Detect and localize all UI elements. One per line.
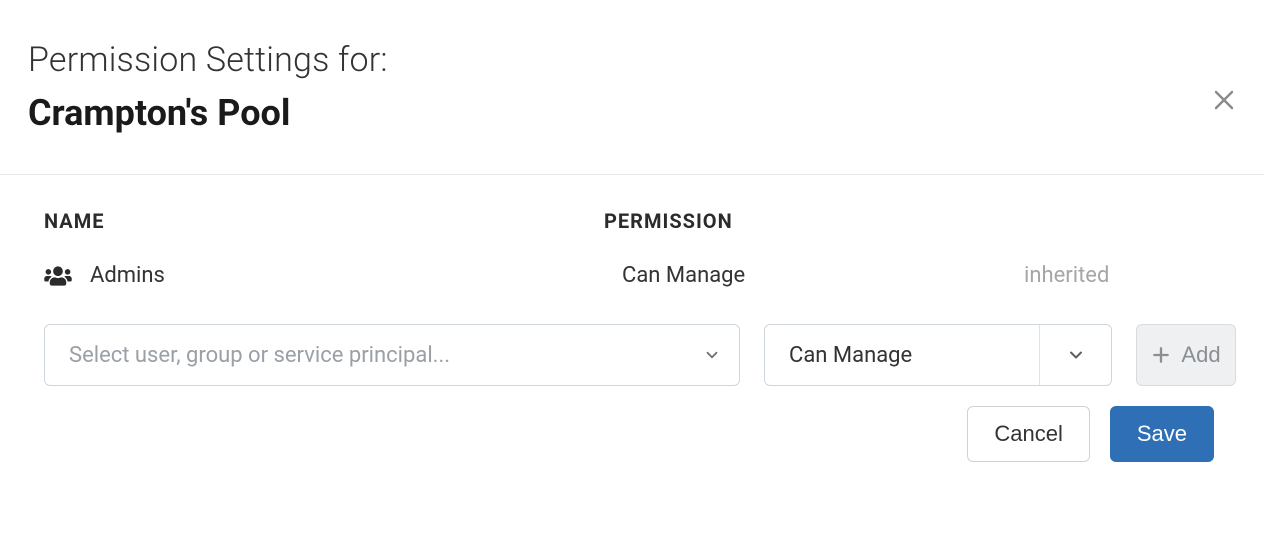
principal-name-text: Admins	[90, 263, 165, 288]
plus-icon	[1151, 345, 1171, 365]
close-button[interactable]	[1208, 84, 1240, 116]
modal-header: Permission Settings for: Crampton's Pool	[0, 0, 1264, 175]
close-icon	[1212, 88, 1236, 112]
principal-select-placeholder: Select user, group or service principal.…	[69, 343, 450, 368]
permissions-table: NAME PERMISSION Admins Can Manage inheri…	[44, 209, 1236, 386]
add-button[interactable]: Add	[1136, 324, 1236, 386]
group-icon	[44, 265, 72, 287]
table-header-row: NAME PERMISSION	[44, 209, 1236, 233]
add-permission-row: Select user, group or service principal.…	[44, 324, 1236, 386]
add-button-label: Add	[1181, 342, 1220, 368]
modal-body: NAME PERMISSION Admins Can Manage inheri…	[0, 175, 1264, 482]
modal-footer: Cancel Save	[44, 386, 1236, 462]
save-button[interactable]: Save	[1110, 406, 1214, 462]
chevron-down-icon	[703, 346, 721, 364]
column-header-name: NAME	[44, 209, 604, 233]
permission-flag-cell: inherited	[1024, 263, 1236, 288]
table-row: Admins Can Manage inherited	[44, 263, 1236, 288]
cancel-button[interactable]: Cancel	[967, 406, 1089, 462]
column-header-permission: PERMISSION	[604, 209, 1024, 233]
permission-dropdown[interactable]: Can Manage	[764, 324, 1112, 386]
principal-name-cell: Admins	[44, 263, 604, 288]
principal-select[interactable]: Select user, group or service principal.…	[44, 324, 740, 386]
permission-settings-modal: Permission Settings for: Crampton's Pool…	[0, 0, 1264, 554]
chevron-down-icon	[1039, 325, 1111, 385]
permission-value-cell: Can Manage	[604, 263, 1024, 288]
header-title: Crampton's Pool	[28, 92, 1236, 134]
permission-dropdown-label: Can Manage	[789, 343, 912, 368]
header-pre-text: Permission Settings for:	[28, 40, 1236, 80]
